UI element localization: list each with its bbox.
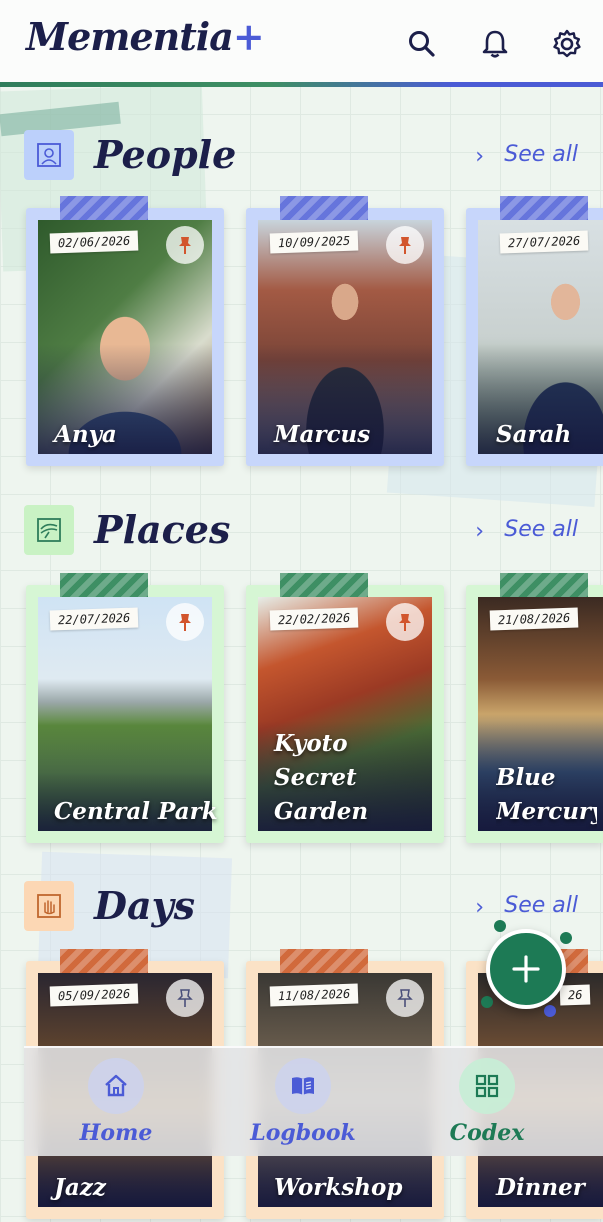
card-name: Anya	[54, 421, 117, 448]
section-title: People	[94, 132, 237, 177]
nav-label: Logbook	[250, 1120, 356, 1146]
card-name: Dinner	[496, 1174, 585, 1201]
tape-strip	[500, 196, 588, 222]
decorative-dot	[494, 920, 506, 932]
date-tag: 21/08/2026	[489, 607, 579, 631]
memory-card[interactable]: 27/07/2026 Sarah	[466, 196, 603, 466]
chevron-right-icon: ›	[475, 519, 484, 544]
app-logo: Mementia+	[26, 14, 265, 59]
card-name: Sarah	[496, 421, 572, 448]
add-memory-button[interactable]	[486, 929, 566, 1009]
nav-item-codex[interactable]: Codex	[427, 1058, 547, 1152]
card-name: Workshop	[274, 1174, 403, 1201]
see-all-people-link[interactable]: See all	[504, 142, 578, 167]
header-accent-bar	[0, 82, 603, 87]
app-logo-plus: +	[232, 14, 265, 59]
date-tag: 22/07/2026	[49, 607, 139, 631]
nav-label: Codex	[449, 1120, 525, 1146]
memory-card[interactable]: 10/09/2025 Marcus	[246, 196, 444, 466]
date-tag: 10/09/2025	[269, 230, 359, 254]
landscape-frame-icon	[24, 505, 74, 555]
pin-icon[interactable]	[386, 979, 424, 1017]
decorative-dot	[544, 1005, 556, 1017]
nav-label: Home	[79, 1120, 153, 1146]
chevron-right-icon: ›	[475, 144, 484, 169]
date-tag: 05/09/2026	[49, 983, 139, 1007]
grid-icon	[459, 1058, 515, 1114]
card-name: Central Park	[54, 798, 218, 825]
date-tag: 11/08/2026	[269, 983, 359, 1007]
section-title: Places	[94, 507, 231, 552]
memory-card[interactable]: 22/07/2026 Central Park	[26, 573, 224, 843]
tape-strip	[280, 573, 368, 599]
app-name: Mementia	[26, 14, 234, 59]
book-icon	[275, 1058, 331, 1114]
chevron-right-icon: ›	[475, 895, 484, 920]
section-header-places: Places › See all	[24, 505, 584, 557]
person-frame-icon	[24, 130, 74, 180]
tape-strip	[60, 196, 148, 222]
see-all-days-link[interactable]: See all	[504, 893, 578, 918]
see-all-places-link[interactable]: See all	[504, 517, 578, 542]
tape-strip	[60, 949, 148, 975]
card-name: Marcus	[274, 421, 371, 448]
decorative-dot	[481, 996, 493, 1008]
card-name: Blue Mercury C	[496, 764, 597, 825]
card-name: Kyoto Secret Garden	[274, 730, 369, 825]
date-tag: 02/06/2026	[49, 230, 139, 254]
bell-icon[interactable]	[479, 28, 511, 60]
section-header-people: People › See all	[24, 130, 584, 182]
plus-icon	[512, 955, 540, 983]
pin-icon[interactable]	[166, 603, 204, 641]
decorative-dot	[560, 932, 572, 944]
bottom-nav: Home Logbook Codex	[24, 1046, 603, 1156]
section-title: Days	[94, 883, 196, 928]
tape-strip	[500, 573, 588, 599]
search-icon[interactable]	[406, 28, 438, 60]
home-icon	[88, 1058, 144, 1114]
memory-card[interactable]: 02/06/2026 Anya	[26, 196, 224, 466]
pin-icon[interactable]	[166, 226, 204, 264]
pin-icon[interactable]	[386, 603, 424, 641]
nav-item-home[interactable]: Home	[56, 1058, 176, 1152]
date-tag: 26	[559, 984, 591, 1006]
tape-strip	[60, 573, 148, 599]
app-header: Mementia+	[0, 0, 603, 84]
memory-card[interactable]: 22/02/2026 Kyoto Secret Garden	[246, 573, 444, 843]
tape-strip	[280, 949, 368, 975]
date-tag: 22/02/2026	[269, 607, 359, 631]
pin-icon[interactable]	[386, 226, 424, 264]
pin-icon[interactable]	[166, 979, 204, 1017]
gear-icon[interactable]	[551, 28, 583, 60]
tape-strip	[280, 196, 368, 222]
date-tag: 27/07/2026	[499, 230, 589, 254]
hand-frame-icon	[24, 881, 74, 931]
card-name: Jazz	[54, 1174, 106, 1201]
nav-item-logbook[interactable]: Logbook	[243, 1058, 363, 1152]
memory-card[interactable]: 21/08/2026 Blue Mercury C	[466, 573, 603, 843]
